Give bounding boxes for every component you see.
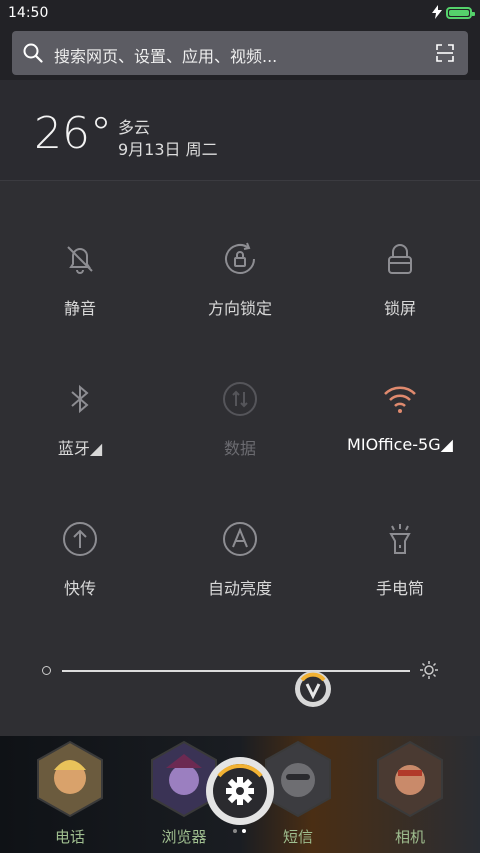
toggle-rotation-lock[interactable]: 方向锁定: [160, 239, 320, 359]
app-camera-label: 相机: [394, 828, 425, 846]
weather-widget[interactable]: 26° 多云 9月13日 周二: [0, 80, 480, 180]
toggle-lock-screen-label: 锁屏: [383, 299, 416, 318]
bell-off-icon: [67, 246, 93, 274]
temperature: 26°: [34, 108, 112, 159]
camera-app-icon: [377, 740, 443, 818]
page-indicator: [233, 829, 253, 835]
bluetooth-icon: [71, 384, 89, 414]
toggle-bluetooth[interactable]: 蓝牙◢: [0, 379, 160, 499]
toggle-wifi[interactable]: MIOffice-5G◢: [320, 379, 480, 499]
page-dot: [242, 829, 246, 833]
status-bar: 14:50: [0, 0, 480, 28]
brightness-slider[interactable]: [0, 655, 480, 707]
app-messages-label: 短信: [282, 828, 313, 846]
phone-app-icon: [37, 740, 103, 818]
toggle-auto-brightness-label: 自动亮度: [207, 579, 272, 598]
toggle-quick-share-label: 快传: [63, 579, 96, 598]
search-icon: [23, 43, 43, 63]
charging-icon: [432, 5, 442, 19]
brightness-low-icon: [42, 666, 51, 675]
toggle-bluetooth-label: 蓝牙◢: [57, 439, 103, 458]
search-bar[interactable]: 搜索网页、设置、应用、视频...: [12, 31, 468, 75]
toggle-flashlight[interactable]: 手电筒: [320, 519, 480, 639]
toggle-flashlight-label: 手电筒: [375, 579, 424, 598]
lock-icon: [388, 244, 412, 274]
quick-settings-panel: 静音 方向锁定 锁屏 蓝牙◢ 数据 MIOffice-5G◢ 快传 自动亮度 手…: [0, 180, 480, 737]
rotation-lock-icon: [225, 242, 255, 274]
toggle-lock-screen[interactable]: 锁屏: [320, 239, 480, 359]
scan-icon[interactable]: [436, 44, 454, 62]
weather-condition: 多云: [118, 118, 151, 137]
toggle-mute[interactable]: 静音: [0, 239, 160, 359]
app-browser-label: 浏览器: [161, 828, 207, 846]
toggle-wifi-label: MIOffice-5G◢: [347, 435, 453, 454]
flashlight-icon: [389, 524, 411, 554]
data-icon: [223, 382, 257, 416]
home-dock: 电话 浏览器 短信 相机: [0, 736, 480, 853]
battery-icon: [446, 7, 475, 19]
brightness-thumb[interactable]: [292, 668, 334, 710]
toggle-data[interactable]: 数据: [160, 379, 320, 499]
search-placeholder: 搜索网页、设置、应用、视频...: [54, 47, 278, 66]
brightness-high-icon: [420, 661, 438, 679]
wifi-icon: [384, 386, 416, 413]
share-icon: [63, 522, 97, 556]
settings-gear-icon[interactable]: [205, 756, 275, 826]
page-dot: [233, 829, 237, 833]
auto-brightness-icon: [223, 522, 257, 556]
toggle-mute-label: 静音: [63, 299, 96, 318]
toggle-rotation-lock-label: 方向锁定: [207, 299, 272, 318]
brightness-track[interactable]: [62, 670, 410, 707]
date: 9月13日 周二: [118, 140, 218, 159]
toggle-quick-share[interactable]: 快传: [0, 519, 160, 639]
app-phone-label: 电话: [54, 828, 85, 846]
app-camera[interactable]: 相机: [372, 740, 448, 850]
toggle-auto-brightness[interactable]: 自动亮度: [160, 519, 320, 639]
app-phone[interactable]: 电话: [32, 740, 108, 850]
status-time: 14:50: [8, 5, 49, 21]
toggle-data-label: 数据: [223, 439, 256, 458]
